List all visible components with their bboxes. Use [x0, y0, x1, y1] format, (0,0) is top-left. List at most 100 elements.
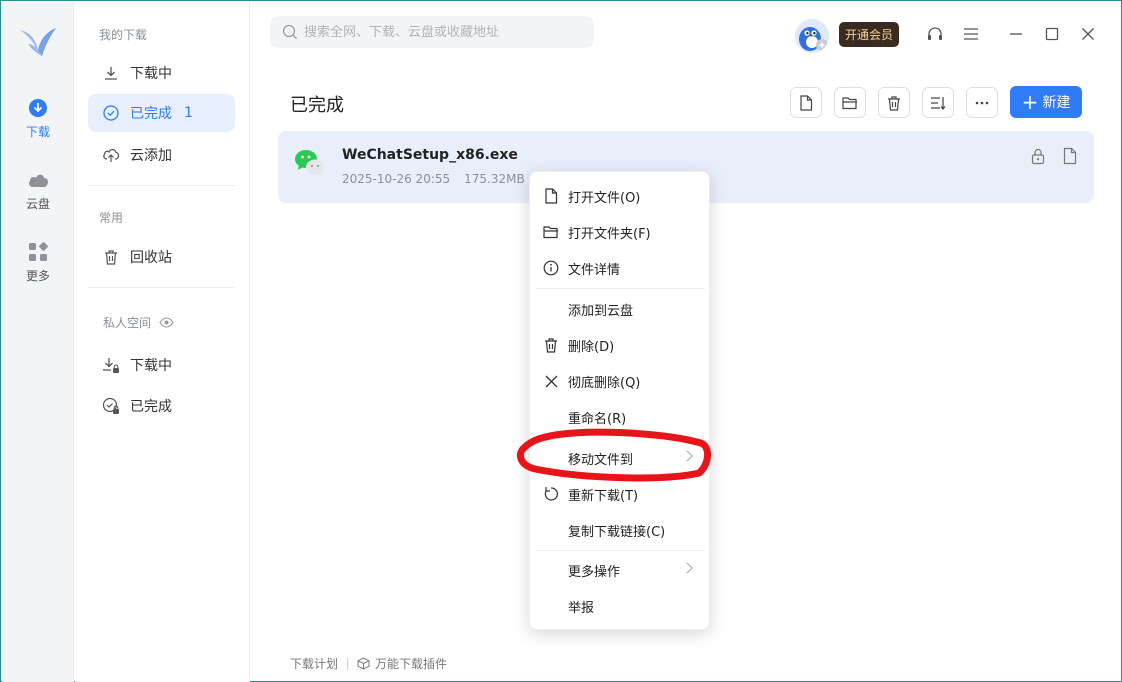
new-task-button[interactable]: + 新建 — [1010, 86, 1082, 118]
section-title-my-downloads: 我的下载 — [99, 28, 148, 42]
sidebar-item-downloading[interactable]: 下载中 — [88, 54, 235, 92]
menu-item-open-file[interactable]: 打开文件(O) — [530, 179, 711, 213]
search-input[interactable] — [304, 24, 584, 40]
context-menu: 打开文件(O) 打开文件夹(F) 文件详情 添加到云盘 删除(D) 彻底删除(Q… — [529, 171, 710, 630]
file-icon — [543, 188, 559, 204]
download-plugin-link[interactable]: 万能下载插件 — [375, 655, 447, 672]
menu-item-move-to[interactable]: 移动文件到 — [530, 441, 711, 475]
menu-item-rename[interactable]: 重命名(R) — [530, 400, 711, 434]
trash-icon — [102, 248, 120, 266]
menu-item-add-to-cloud[interactable]: 添加到云盘 — [530, 292, 711, 326]
new-task-label: 新建 — [1042, 95, 1071, 111]
menu-item-label: 重命名(R) — [568, 411, 627, 427]
headset-icon[interactable] — [924, 23, 946, 45]
sidebar-item-label: 回收站 — [130, 250, 172, 266]
menu-icon[interactable] — [960, 23, 982, 45]
chevron-right-icon — [686, 450, 693, 466]
open-folder-button[interactable] — [834, 87, 866, 118]
section-title-common: 常用 — [99, 211, 124, 225]
plus-icon: + — [1021, 90, 1039, 114]
nav-rail: 下载 云盘 更多 — [2, 2, 74, 682]
rail-item-cloud[interactable]: 云盘 — [2, 169, 74, 212]
rail-label-download: 下载 — [25, 125, 50, 139]
menu-item-label: 添加到云盘 — [568, 303, 634, 319]
lock-icon[interactable] — [1029, 147, 1047, 165]
menu-item-label: 文件详情 — [568, 262, 621, 278]
folder-icon — [842, 96, 857, 109]
vip-button[interactable]: 开通会员 — [839, 22, 899, 47]
sidebar-item-label: 云添加 — [130, 148, 172, 164]
menu-item-label: 复制下载链接(C) — [568, 524, 666, 540]
menu-item-redownload[interactable]: 重新下载(T) — [530, 477, 711, 511]
section-title-private: 私人空间 — [103, 314, 174, 331]
completed-count: 1 — [184, 105, 193, 121]
file-name: WeChatSetup_x86.exe — [342, 147, 518, 163]
app-window: 下载 云盘 更多 我的下载 下载中 已完成 1 云添加 常用 回收站 私人空间 … — [0, 0, 1122, 682]
sidebar-item-label: 已完成 — [130, 106, 172, 122]
menu-item-report[interactable]: 举报 — [530, 589, 711, 623]
menu-separator — [536, 288, 705, 289]
sidebar-item-label: 下载中 — [130, 358, 172, 374]
chevron-right-icon — [686, 562, 693, 578]
eye-icon[interactable] — [159, 317, 174, 328]
minimize-icon[interactable] — [1005, 23, 1027, 45]
menu-item-file-details[interactable]: 文件详情 — [530, 251, 711, 285]
download-circle-icon — [27, 97, 49, 119]
sidebar-item-label: 下载中 — [130, 66, 172, 82]
sort-icon — [931, 96, 946, 110]
close-window-icon[interactable] — [1077, 23, 1099, 45]
download-arrow-icon — [102, 64, 120, 82]
wechat-icon — [295, 150, 324, 175]
cloud-icon — [27, 169, 49, 191]
sidebar-item-cloud-add[interactable]: 云添加 — [88, 136, 235, 174]
menu-item-label: 重新下载(T) — [568, 488, 639, 504]
check-lock-icon — [102, 397, 120, 415]
footer-separator — [347, 657, 349, 670]
download-plan-link[interactable]: 下载计划 — [290, 655, 338, 672]
menu-item-label: 打开文件(O) — [568, 190, 641, 206]
rail-label-more: 更多 — [25, 269, 50, 283]
menu-separator — [536, 550, 705, 551]
menu-item-label: 打开文件夹(F) — [568, 226, 651, 242]
sidebar-item-private-completed[interactable]: 已完成 — [88, 387, 235, 425]
menu-item-label: 移动文件到 — [568, 452, 634, 468]
trash-icon — [888, 95, 900, 111]
grid-icon — [27, 241, 49, 263]
menu-item-delete-permanently[interactable]: 彻底删除(Q) — [530, 364, 711, 398]
file-icon[interactable] — [1061, 147, 1079, 165]
open-file-button[interactable] — [790, 87, 822, 118]
sidebar-item-completed[interactable]: 已完成 1 — [88, 94, 235, 132]
menu-item-delete[interactable]: 删除(D) — [530, 328, 711, 362]
section-title-private-label: 私人空间 — [103, 316, 152, 330]
menu-item-label: 举报 — [568, 600, 595, 616]
sidebar: 我的下载 下载中 已完成 1 云添加 常用 回收站 私人空间 下载中 已完成 — [75, 2, 250, 682]
more-button[interactable] — [966, 87, 998, 118]
sidebar-divider — [88, 185, 235, 186]
sidebar-item-private-downloading[interactable]: 下载中 — [88, 346, 235, 384]
folder-icon — [543, 224, 559, 240]
search-icon — [282, 24, 297, 39]
close-icon — [543, 373, 559, 389]
search-box[interactable] — [270, 16, 594, 48]
file-size: 175.32MB — [464, 172, 525, 186]
ellipsis-icon — [975, 101, 989, 104]
file-icon — [800, 94, 813, 111]
sidebar-item-recycle-bin[interactable]: 回收站 — [88, 238, 235, 276]
rail-label-cloud: 云盘 — [25, 197, 50, 211]
redo-icon — [543, 486, 559, 502]
download-lock-icon — [102, 356, 120, 374]
trash-icon — [543, 337, 559, 353]
menu-item-copy-link[interactable]: 复制下载链接(C) — [530, 513, 711, 547]
sidebar-divider — [88, 287, 235, 288]
delete-button[interactable] — [878, 87, 910, 118]
sort-button[interactable] — [922, 87, 954, 118]
rail-item-download[interactable]: 下载 — [2, 97, 74, 140]
maximize-icon[interactable] — [1041, 23, 1063, 45]
menu-item-label: 彻底删除(Q) — [568, 375, 641, 391]
menu-item-more-actions[interactable]: 更多操作 — [530, 553, 711, 587]
file-meta: 2025-10-26 20:55 175.32MB — [342, 172, 525, 186]
menu-item-open-folder[interactable]: 打开文件夹(F) — [530, 215, 711, 249]
menu-item-label: 更多操作 — [568, 564, 621, 580]
rail-item-more[interactable]: 更多 — [2, 241, 74, 284]
avatar[interactable] — [795, 19, 829, 53]
